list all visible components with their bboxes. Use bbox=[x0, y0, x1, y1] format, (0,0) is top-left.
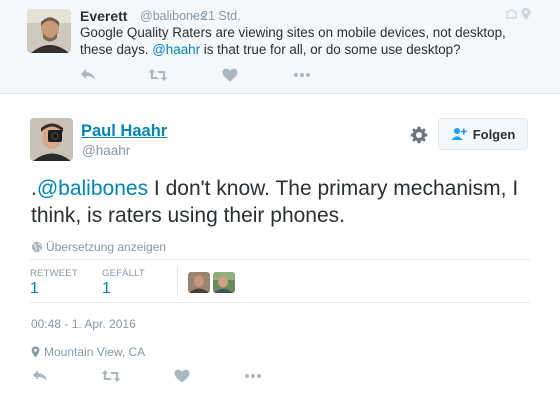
separator-dot: · bbox=[191, 9, 196, 23]
tweet-timestamp[interactable]: 00:48 - 1. Apr. 2016 bbox=[31, 317, 136, 331]
author-handle[interactable]: @haahr bbox=[82, 143, 130, 158]
tweet-text: .@balibones I don't know. The primary me… bbox=[31, 175, 541, 229]
tweet-actions bbox=[78, 65, 318, 85]
more-icon[interactable] bbox=[243, 366, 263, 386]
retweet-stat-label: RETWEET bbox=[30, 268, 78, 279]
translate-label: Übersetzung anzeigen bbox=[46, 240, 167, 254]
author-name[interactable]: Paul Haahr bbox=[81, 122, 167, 141]
more-icon[interactable] bbox=[292, 65, 312, 85]
gear-icon[interactable] bbox=[410, 126, 428, 144]
liker-avatar[interactable] bbox=[188, 272, 210, 293]
heart-icon[interactable] bbox=[220, 65, 240, 85]
tweet-actions bbox=[30, 366, 270, 386]
like-count: 1 bbox=[102, 280, 111, 297]
tweet-location[interactable]: Mountain View, CA bbox=[31, 345, 145, 359]
liker-avatar[interactable] bbox=[213, 272, 235, 293]
mention-link[interactable]: @haahr bbox=[152, 42, 200, 57]
author-name[interactable]: Everett bbox=[80, 8, 127, 24]
follow-user-icon bbox=[451, 128, 467, 140]
tweet-time[interactable]: 21 Std. bbox=[201, 9, 241, 23]
avatar[interactable] bbox=[30, 118, 73, 161]
tweet-stats: RETWEET 1 GEFÄLLT 1 bbox=[30, 259, 530, 303]
location-label: Mountain View, CA bbox=[44, 345, 146, 359]
like-stat-label: GEFÄLLT bbox=[102, 268, 145, 279]
reply-icon[interactable] bbox=[78, 65, 98, 85]
tweet-text-part: is that true for all, or do some use des… bbox=[200, 42, 461, 57]
reply-icon[interactable] bbox=[30, 366, 50, 386]
follow-button[interactable]: Folgen bbox=[438, 118, 528, 150]
location-icon bbox=[506, 8, 531, 20]
follow-button-label: Folgen bbox=[472, 126, 516, 142]
mention-link[interactable]: @balibones bbox=[37, 177, 148, 200]
translate-link[interactable]: Übersetzung anzeigen bbox=[31, 240, 166, 254]
like-stat[interactable]: GEFÄLLT 1 bbox=[102, 260, 172, 302]
tweet-text: Google Quality Raters are viewing sites … bbox=[80, 24, 530, 58]
stats-divider bbox=[177, 267, 178, 297]
retweet-stat[interactable]: RETWEET 1 bbox=[30, 260, 100, 302]
parent-tweet[interactable]: Everett @balibones · 21 Std. Google Qual… bbox=[0, 0, 560, 94]
globe-icon bbox=[31, 241, 43, 253]
avatar[interactable] bbox=[27, 9, 71, 53]
retweet-count: 1 bbox=[30, 280, 39, 297]
retweet-icon[interactable] bbox=[101, 366, 121, 386]
location-pin-icon bbox=[31, 346, 40, 358]
heart-icon[interactable] bbox=[172, 366, 192, 386]
retweet-icon[interactable] bbox=[148, 65, 168, 85]
tweet-context-icons bbox=[505, 6, 533, 22]
author-handle[interactable]: @balibones bbox=[140, 9, 206, 23]
